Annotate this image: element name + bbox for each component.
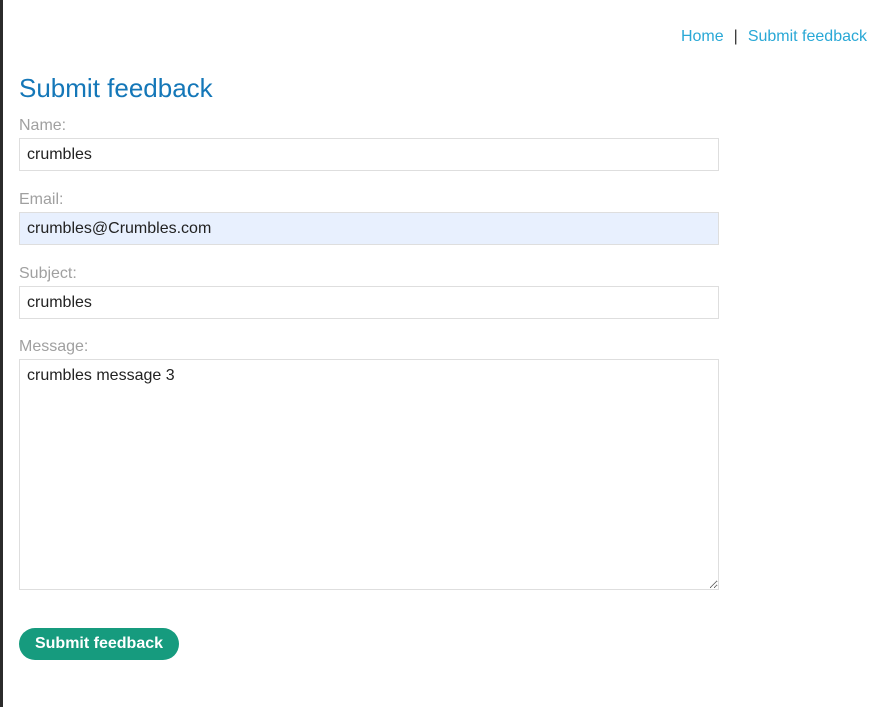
name-label: Name: [19,117,67,134]
nav-submit-feedback-link[interactable]: Submit feedback [748,28,867,45]
submit-feedback-button[interactable]: Submit feedback [19,628,179,660]
email-label: Email: [19,191,64,208]
top-navigation: Home | Submit feedback [681,27,867,47]
subject-label: Subject: [19,265,77,282]
message-label: Message: [19,338,89,355]
name-input[interactable] [19,138,719,171]
page-title: Submit feedback [19,73,213,103]
subject-input[interactable] [19,286,719,319]
nav-home-link[interactable]: Home [681,28,724,45]
nav-separator: | [733,28,738,45]
window-left-edge [0,0,3,707]
email-input[interactable] [19,212,719,245]
message-textarea[interactable]: crumbles message 3 [19,359,719,590]
